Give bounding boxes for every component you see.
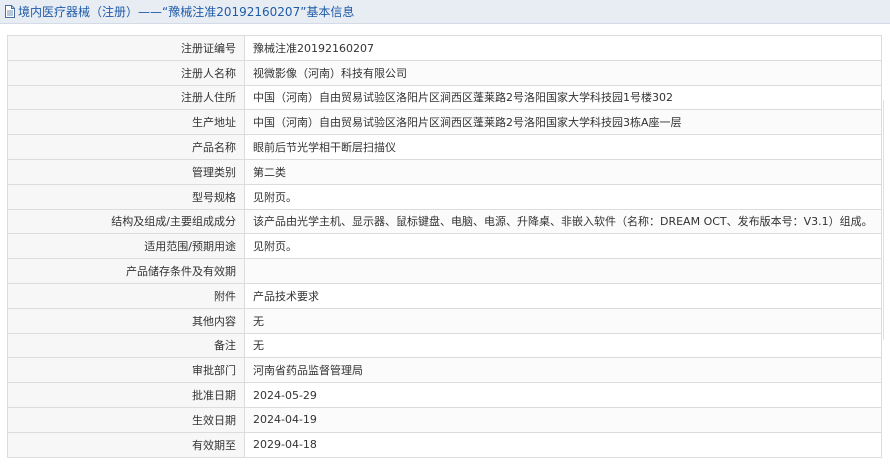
- field-label: 审批部门: [7, 357, 245, 384]
- table-row: 注册证编号 豫械注准20192160207: [7, 35, 882, 61]
- table-row: 注册人住所 中国（河南）自由贸易试验区洛阳片区涧西区蓬莱路2号洛阳国家大学科技园1…: [7, 84, 882, 111]
- table-row: 产品名称 眼前后节光学相干断层扫描仪: [7, 134, 882, 160]
- field-label: 注册证编号: [7, 35, 245, 61]
- scrollbar[interactable]: [883, 100, 890, 340]
- page-title: 境内医疗器械（注册）——“豫械注准20192160207”基本信息: [18, 5, 355, 19]
- field-label: 其他内容: [7, 307, 245, 334]
- field-label: 注册人名称: [7, 59, 245, 86]
- table-row: 批准日期 2024-05-29: [7, 382, 882, 408]
- table-row: 有效期至 2029-04-18: [7, 431, 882, 458]
- info-table: 注册证编号 豫械注准20192160207 注册人名称 视微影像（河南）科技有限公司注…: [7, 35, 882, 458]
- field-label: 附件: [7, 282, 245, 309]
- field-label: 生产地址: [7, 109, 245, 136]
- table-row: 审批部门 河南省药品监督管理局: [7, 357, 882, 384]
- field-label: 产品名称: [7, 134, 245, 160]
- document-icon: [4, 5, 16, 18]
- field-value: 河南省药品监督管理局: [244, 357, 882, 384]
- field-value: 无: [244, 307, 882, 334]
- field-value: 产品技术要求: [244, 282, 882, 309]
- table-row: 其他内容无: [7, 307, 882, 334]
- field-value: 第二类: [244, 158, 882, 185]
- field-value: 见附页。: [244, 233, 882, 260]
- title-bar: 境内医疗器械（注册）——“豫械注准20192160207”基本信息: [0, 0, 890, 24]
- field-value: 中国（河南）自由贸易试验区洛阳片区涧西区蓬莱路2号洛阳国家大学科技园1号楼302: [244, 84, 882, 111]
- table-row: 注册人名称 视微影像（河南）科技有限公司: [7, 59, 882, 86]
- table-row: 产品储存条件及有效期: [7, 258, 882, 284]
- field-value: 视微影像（河南）科技有限公司: [244, 59, 882, 86]
- field-value: 2029-04-18: [244, 431, 882, 458]
- field-label: 管理类别: [7, 158, 245, 185]
- table-row: 备注无: [7, 332, 882, 359]
- field-label: 批准日期: [7, 382, 245, 408]
- field-value: 眼前后节光学相干断层扫描仪: [244, 134, 882, 160]
- field-label: 有效期至: [7, 431, 245, 458]
- field-label: 产品储存条件及有效期: [7, 258, 245, 284]
- field-value: 见附页。: [244, 183, 882, 210]
- table-row: 管理类别 第二类: [7, 158, 882, 185]
- table-row: 生产地址 中国（河南）自由贸易试验区洛阳片区涧西区蓬莱路2号洛阳国家大学科技园3栋…: [7, 109, 882, 136]
- table-row: 生效日期 2024-04-19: [7, 406, 882, 433]
- field-label: 型号规格: [7, 183, 245, 210]
- field-value: [244, 258, 882, 284]
- table-row: 附件 产品技术要求: [7, 282, 882, 309]
- table-row: 结构及组成/主要组成成分 该产品由光学主机、显示器、鼠标键盘、电脑、电源、升降桌、…: [7, 208, 882, 235]
- field-value: 中国（河南）自由贸易试验区洛阳片区涧西区蓬莱路2号洛阳国家大学科技园3栋A座一层: [244, 109, 882, 136]
- field-value: 2024-05-29: [244, 382, 882, 408]
- field-value: 无: [244, 332, 882, 359]
- field-value: 该产品由光学主机、显示器、鼠标键盘、电脑、电源、升降桌、非嵌入软件（名称：DRE…: [244, 208, 882, 235]
- field-label: 备注: [7, 332, 245, 359]
- field-value: 豫械注准20192160207: [244, 35, 882, 61]
- field-value: 2024-04-19: [244, 406, 882, 433]
- field-label: 生效日期: [7, 406, 245, 433]
- field-label: 适用范围/预期用途: [7, 233, 245, 260]
- table-row: 适用范围/预期用途 见附页。: [7, 233, 882, 260]
- field-label: 结构及组成/主要组成成分: [7, 208, 245, 235]
- table-row: 型号规格 见附页。: [7, 183, 882, 210]
- field-label: 注册人住所: [7, 84, 245, 111]
